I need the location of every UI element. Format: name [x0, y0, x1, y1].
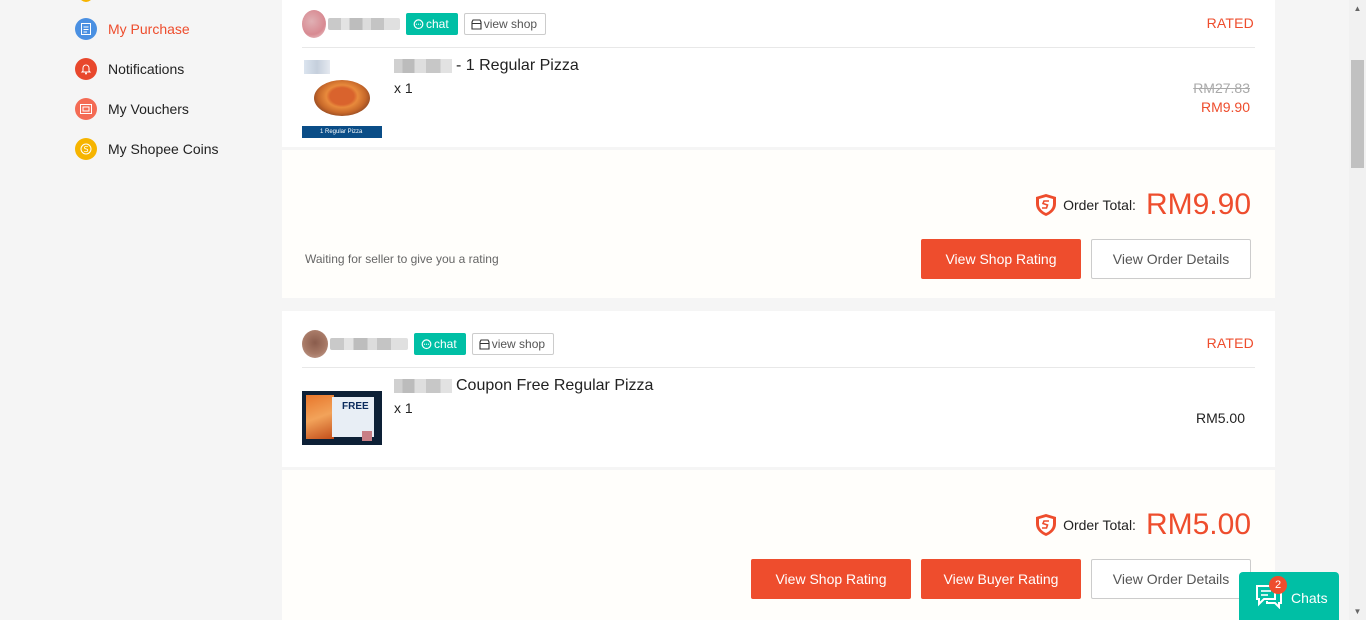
shop-icon [471, 18, 482, 30]
coupon-free-text: FREE [342, 401, 369, 412]
product-name[interactable]: Coupon Free Regular Pizza [394, 377, 653, 395]
pizza-image [314, 80, 370, 116]
chat-icon [413, 18, 424, 29]
shop-avatar [302, 10, 326, 38]
svg-text:S: S [83, 145, 88, 154]
product-name-text: Coupon Free Regular Pizza [456, 377, 654, 394]
shield-icon [1036, 514, 1057, 536]
current-price: RM9.90 [1200, 99, 1250, 115]
view-order-details-button[interactable]: View Order Details [1091, 559, 1251, 599]
voucher-icon [75, 98, 97, 120]
shop-header: chat view shop [302, 10, 547, 38]
product-quantity: x 1 [394, 400, 413, 416]
product-name[interactable]: - 1 Regular Pizza [394, 57, 579, 75]
pizza-box-image [306, 395, 334, 439]
shop-name-blurred [330, 338, 408, 350]
chats-label: Chats [1291, 590, 1328, 606]
scroll-down-arrow[interactable]: ▼ [1349, 603, 1366, 620]
original-price: RM27.83 [1193, 80, 1250, 96]
thumb-blurred-patch [362, 431, 372, 441]
order-footer: Order Total: RM9.90 Waiting for seller t… [282, 150, 1275, 298]
thumb-caption: 1 Regular Pizza [302, 126, 382, 138]
order-status: RATED [1206, 15, 1254, 31]
shield-icon [1036, 194, 1057, 216]
view-shop-rating-button[interactable]: View Shop Rating [921, 239, 1081, 279]
sidebar: My Purchase Notifications My Vouchers S … [0, 0, 282, 620]
sidebar-item-my-vouchers[interactable]: My Vouchers [75, 98, 189, 120]
product-name-blurred [394, 59, 452, 73]
sidebar-item-label: Notifications [108, 61, 185, 77]
shop-icon [479, 338, 490, 350]
bell-icon [75, 58, 97, 80]
shop-header: chat view shop [302, 330, 555, 358]
rating-note: Waiting for seller to give you a rating [305, 252, 499, 266]
scroll-up-arrow[interactable]: ▲ [1349, 0, 1366, 17]
view-order-details-button[interactable]: View Order Details [1091, 239, 1251, 279]
view-shop-label: view shop [483, 17, 538, 31]
view-buyer-rating-button[interactable]: View Buyer Rating [921, 559, 1081, 599]
order-status: RATED [1206, 335, 1254, 351]
view-shop-button[interactable]: view shop [463, 13, 547, 35]
order-total-value: RM5.00 [1145, 508, 1251, 541]
sidebar-item-label: My Shopee Coins [108, 141, 219, 157]
chat-button[interactable]: chat [414, 333, 466, 355]
thumb-logo-blurred [304, 60, 330, 74]
product-quantity: x 1 [394, 80, 413, 96]
sidebar-item-label: My Vouchers [108, 101, 189, 117]
divider [302, 47, 1255, 48]
scroll-thumb[interactable] [1351, 60, 1364, 168]
unread-badge: 2 [1269, 576, 1287, 594]
sidebar-item-my-purchase[interactable]: My Purchase [75, 18, 190, 40]
order-total: Order Total: RM9.90 [1035, 188, 1251, 222]
partial-icon [80, 0, 92, 2]
product-thumbnail[interactable]: 1 Regular Pizza [302, 58, 382, 138]
shop-name-blurred [328, 18, 400, 30]
chat-icon [421, 338, 432, 349]
order-total-value: RM9.90 [1145, 188, 1251, 221]
sidebar-item-notifications[interactable]: Notifications [75, 58, 184, 80]
view-shop-button[interactable]: view shop [471, 333, 555, 355]
product-price: RM5.00 [1195, 410, 1245, 426]
view-shop-label: view shop [491, 337, 546, 351]
document-icon [75, 18, 97, 40]
sidebar-item-label: My Purchase [108, 21, 190, 37]
order-footer: Order Total: RM5.00 View Shop Rating Vie… [282, 470, 1275, 620]
product-name-blurred [394, 379, 452, 393]
order-total-label: Order Total: [1063, 197, 1136, 213]
product-thumbnail[interactable]: FREE [302, 391, 382, 445]
order-total: Order Total: RM5.00 [1035, 508, 1251, 542]
sidebar-item-my-shopee-coins[interactable]: S My Shopee Coins [75, 138, 219, 160]
order-total-label: Order Total: [1063, 517, 1136, 533]
order-card: chat view shop RATED FREE Coupon Free Re… [282, 311, 1275, 467]
coin-icon: S [75, 138, 97, 160]
chat-label: chat [426, 17, 449, 31]
chat-button[interactable]: chat [406, 13, 458, 35]
chats-button[interactable]: 2 Chats [1239, 572, 1339, 620]
shop-avatar [302, 330, 328, 358]
chat-label: chat [434, 337, 457, 351]
divider [302, 367, 1255, 368]
view-shop-rating-button[interactable]: View Shop Rating [751, 559, 911, 599]
product-name-text: - 1 Regular Pizza [456, 57, 579, 74]
scrollbar[interactable]: ▲ ▼ [1349, 0, 1366, 620]
order-card: chat view shop RATED 1 Regular Pizza - 1… [282, 0, 1275, 147]
